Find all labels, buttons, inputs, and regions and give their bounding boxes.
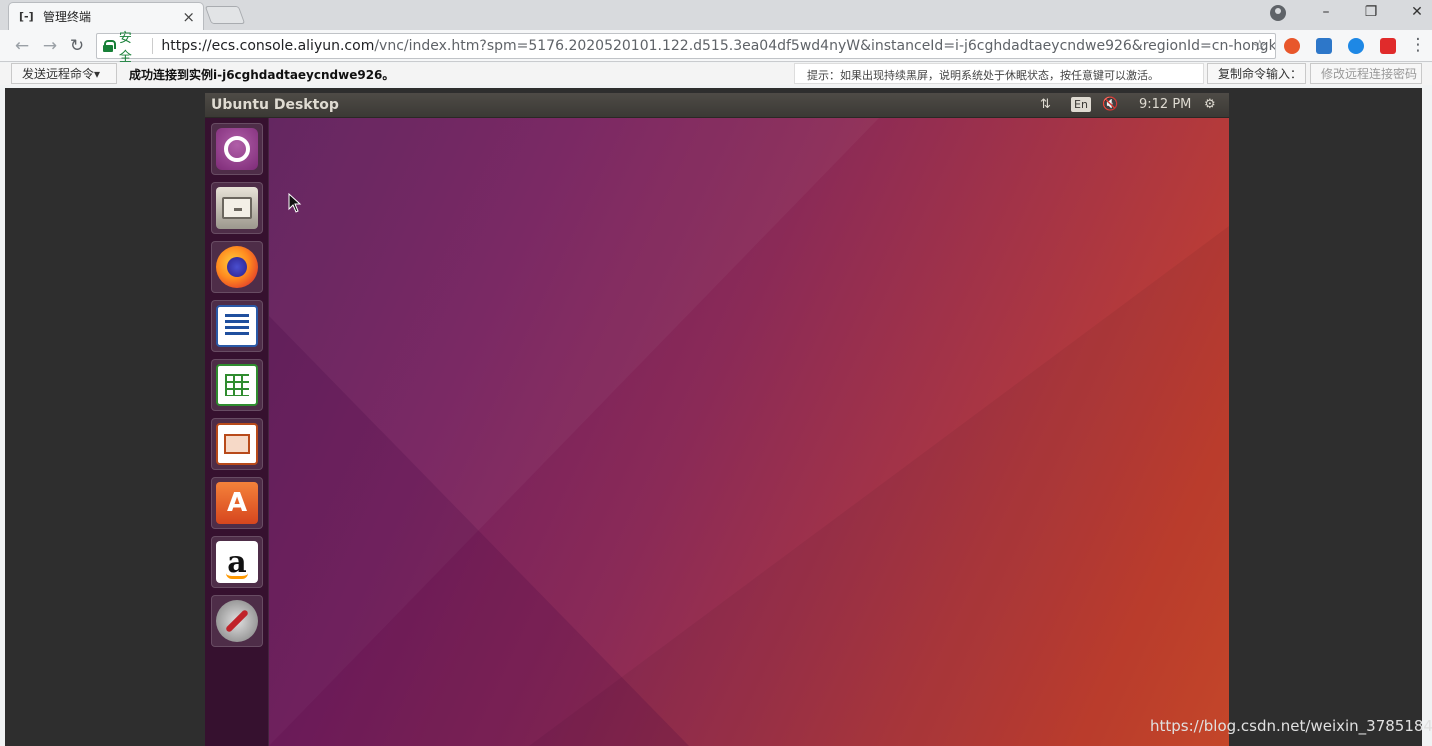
libreoffice-writer-icon	[216, 305, 258, 347]
launcher-item-dash[interactable]	[211, 123, 263, 175]
files-icon	[216, 187, 258, 229]
launcher-item-amazon[interactable]: a	[211, 536, 263, 588]
url-host: https://ecs.console.aliyun.com	[161, 38, 375, 54]
chrome-menu-icon[interactable]: ⋮	[1408, 35, 1428, 55]
tab-title: 管理终端	[43, 10, 92, 24]
launcher-item-impress[interactable]	[211, 418, 263, 470]
amazon-smile-icon	[226, 573, 248, 579]
ubuntu-top-panel: Ubuntu Desktop ⇅ En 🔇 9:12 PM ⚙	[205, 93, 1229, 118]
forward-button[interactable]: →	[40, 36, 60, 56]
bookmark-star-icon[interactable]: ☆	[1253, 36, 1267, 55]
copy-command-input-button[interactable]: 复制命令输入：	[1207, 63, 1306, 84]
red-extension-icon[interactable]	[1380, 38, 1396, 54]
system-settings-icon	[216, 600, 258, 642]
launcher-item-software[interactable]: A	[211, 477, 263, 529]
wallpaper-facet	[269, 316, 689, 746]
close-window-button[interactable]: ✕	[1407, 4, 1427, 20]
clock[interactable]: 9:12 PM	[1139, 97, 1191, 112]
url-path: /vnc/index.htm?spm=5176.2020520101.122.d…	[374, 38, 1275, 54]
send-remote-command-button[interactable]: 发送远程命令▾	[11, 63, 117, 84]
software-letter: A	[226, 488, 248, 518]
launcher-item-writer[interactable]	[211, 300, 263, 352]
network-indicator-icon[interactable]: ⇅	[1040, 97, 1051, 112]
change-remote-password-button[interactable]: 修改远程连接密码	[1310, 63, 1422, 84]
reload-button[interactable]: ↻	[67, 36, 87, 56]
address-bar[interactable]: 安全 https://ecs.console.aliyun.com /vnc/i…	[96, 31, 1276, 65]
launcher-item-files[interactable]	[211, 182, 263, 234]
ubuntu-screen[interactable]: Ubuntu Desktop ⇅ En 🔇 9:12 PM ⚙ A a	[205, 93, 1229, 746]
tab-strip: [-] 管理终端 × – ❐ ✕	[0, 0, 1432, 30]
ubuntu-software-icon: A	[216, 482, 258, 524]
unity-launcher: A a	[205, 118, 269, 746]
sound-muted-icon[interactable]: 🔇	[1102, 97, 1118, 112]
desktop-title: Ubuntu Desktop	[211, 97, 339, 113]
ubuntu-dash-icon	[216, 128, 258, 170]
launcher-item-firefox[interactable]	[211, 241, 263, 293]
amazon-icon: a	[216, 541, 258, 583]
vnc-command-bar: 发送远程命令▾ 成功连接到实例i-j6cghdadtaeycndwe926。 提…	[0, 63, 1432, 85]
secure-label: 安全	[118, 31, 132, 65]
launcher-item-calc[interactable]	[211, 359, 263, 411]
firefox-icon	[216, 246, 258, 288]
desktop-wallpaper[interactable]	[269, 118, 1229, 746]
maximize-button[interactable]: ❐	[1361, 4, 1381, 20]
omnibox-separator	[152, 38, 154, 54]
libreoffice-impress-icon	[216, 423, 258, 465]
back-button[interactable]: ←	[12, 36, 32, 56]
infinity-extension-icon[interactable]	[1284, 38, 1300, 54]
keyboard-language-indicator[interactable]: En	[1071, 97, 1091, 112]
blackscreen-hint: 提示：如果出现持续黑屏，说明系统处于休眠状态，按任意键可以激活。	[794, 63, 1204, 84]
watermark: https://blog.csdn.net/weixin_37851840	[1150, 717, 1432, 735]
new-tab-button[interactable]	[204, 6, 246, 24]
s-extension-icon[interactable]	[1316, 38, 1332, 54]
session-gear-icon[interactable]: ⚙	[1204, 97, 1216, 112]
browser-tab[interactable]: [-] 管理终端 ×	[8, 2, 204, 30]
tab-close-icon[interactable]: ×	[182, 8, 195, 26]
browser-toolbar: ← → ↻ 安全 https://ecs.console.aliyun.com …	[0, 30, 1432, 65]
p-extension-icon[interactable]	[1348, 38, 1364, 54]
libreoffice-calc-icon	[216, 364, 258, 406]
lock-icon	[103, 40, 116, 52]
account-circle-icon[interactable]	[1270, 5, 1286, 21]
minimize-button[interactable]: –	[1316, 4, 1336, 20]
aliyun-favicon-icon: [-]	[19, 10, 34, 23]
connection-status: 成功连接到实例i-j6cghdadtaeycndwe926。	[129, 68, 395, 82]
mouse-cursor-icon	[288, 193, 302, 213]
launcher-item-settings[interactable]	[211, 595, 263, 647]
